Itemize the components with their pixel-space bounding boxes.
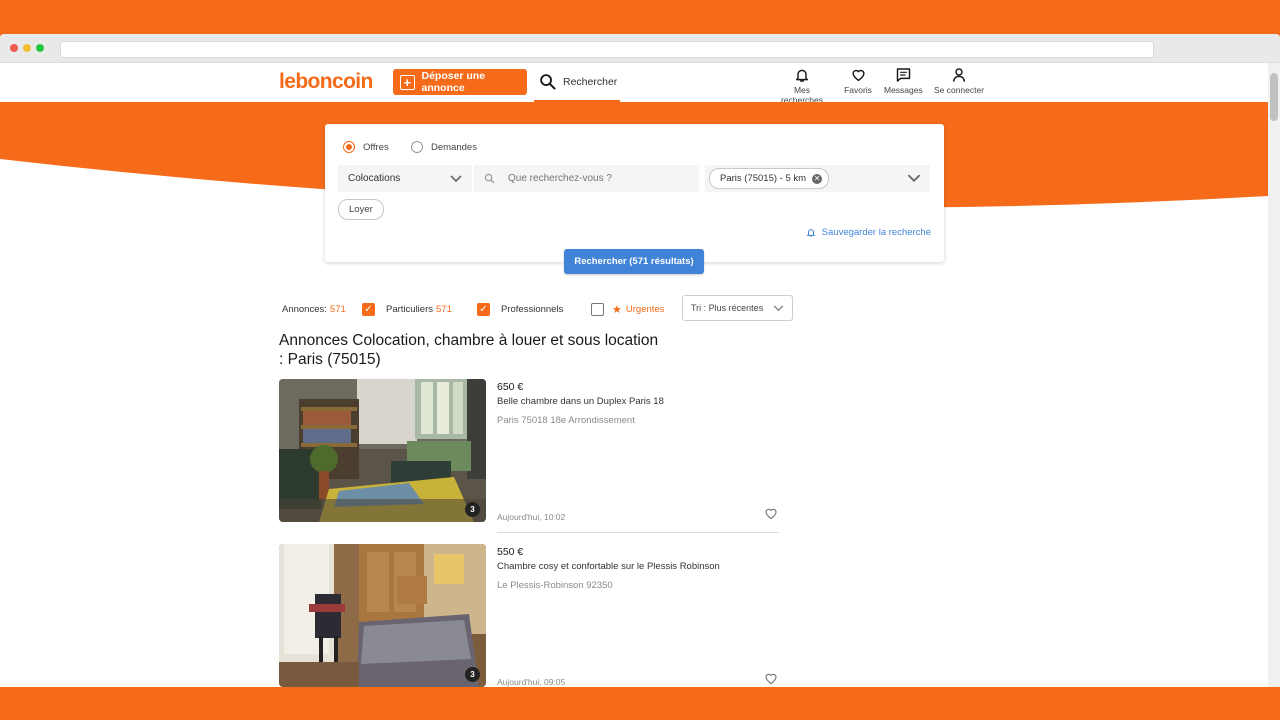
site-header: leboncoin + Déposer une annonce Recherch… [0, 63, 1268, 105]
browser-chrome [0, 34, 1280, 63]
heart-icon [851, 69, 865, 82]
nav-my-searches[interactable]: Mes recherches [772, 67, 832, 105]
post-ad-label: Déposer une annonce [421, 70, 486, 94]
checkbox-private[interactable]: ✓ [362, 302, 375, 316]
submit-search-button[interactable]: Rechercher (571 résultats) [564, 249, 704, 274]
plus-icon: + [400, 74, 415, 90]
sort-select[interactable]: Tri : Plus récentes [682, 295, 793, 321]
listing-card[interactable]: 3 650 € Belle chambre dans un Duplex Par… [279, 379, 779, 523]
bell-icon [806, 229, 816, 237]
radio-offers[interactable]: Offres [343, 141, 389, 153]
page-scrollbar[interactable] [1268, 63, 1280, 687]
page-title: Annonces Colocation, chambre à louer et … [279, 332, 659, 368]
nav-login[interactable]: Se connecter [933, 67, 985, 95]
ads-count-label: Annonces: [282, 303, 327, 315]
photo-count-badge: 3 [465, 667, 480, 682]
radio-offers-circle [343, 141, 355, 153]
page-viewport: leboncoin + Déposer une annonce Recherch… [0, 63, 1268, 687]
filter-private-count: 571 [436, 303, 452, 315]
site-logo[interactable]: leboncoin [279, 70, 373, 94]
nav-favorites-label: Favoris [844, 85, 872, 95]
chevron-down-icon [450, 174, 462, 182]
close-window-dot[interactable] [10, 44, 18, 52]
user-icon [952, 68, 966, 82]
scrollbar-thumb[interactable] [1270, 73, 1278, 121]
ads-count-value: 571 [329, 303, 346, 315]
listing-divider [497, 532, 779, 533]
filter-bar: Annonces: 571 ✓ Particuliers 571 ✓ Profe… [282, 295, 802, 323]
listing-price: 650 € [497, 381, 524, 393]
listing-date: Aujourd'hui, 09:05 [497, 677, 566, 687]
radio-requests-label: Demandes [431, 141, 477, 153]
radio-offers-label: Offres [363, 141, 389, 153]
filter-urgent[interactable]: ★ Urgentes [591, 295, 664, 323]
sort-label: Tri : Plus récentes [691, 303, 764, 313]
filter-private-label: Particuliers [386, 303, 433, 315]
save-search-label: Sauvegarder la recherche [821, 227, 931, 238]
listing-title[interactable]: Belle chambre dans un Duplex Paris 18 [497, 396, 664, 407]
nav-favorites[interactable]: Favoris [843, 67, 873, 95]
filter-private[interactable]: ✓ Particuliers 571 [362, 295, 452, 323]
listing-location: Le Plessis-Robinson 92350 [497, 580, 613, 591]
listing-card[interactable]: 3 550 € Chambre cosy et confortable sur … [279, 544, 779, 687]
remove-chip-icon[interactable]: ✕ [812, 173, 823, 184]
message-icon [896, 68, 910, 82]
filter-professional-label: Professionnels [501, 303, 564, 315]
keyword-field[interactable] [474, 165, 699, 192]
post-ad-button[interactable]: + Déposer une annonce [393, 69, 527, 95]
star-icon: ★ [612, 303, 622, 316]
location-chip[interactable]: Paris (75015) - 5 km ✕ [709, 168, 830, 189]
listing-price: 550 € [497, 546, 524, 558]
nav-login-label: Se connecter [933, 85, 985, 95]
listing-date: Aujourd'hui, 10:02 [497, 512, 566, 522]
maximize-window-dot[interactable] [36, 44, 44, 52]
room-photo-image [279, 544, 486, 687]
address-bar[interactable] [60, 41, 1154, 58]
search-icon [540, 74, 556, 90]
photo-count-badge: 3 [465, 502, 480, 517]
tab-search-label: Rechercher [563, 75, 618, 88]
filter-urgent-label: Urgentes [625, 303, 665, 315]
listing-photo[interactable]: 3 [279, 544, 486, 687]
category-select[interactable]: Colocations [338, 165, 472, 192]
location-chip-label: Paris (75015) - 5 km [720, 173, 807, 184]
bell-icon [795, 69, 809, 82]
search-icon [484, 173, 495, 184]
chevron-down-icon [773, 304, 784, 311]
listing-photo[interactable]: 3 [279, 379, 486, 522]
category-value: Colocations [348, 173, 401, 184]
rent-filter-chip[interactable]: Loyer [338, 199, 384, 220]
keyword-input[interactable] [506, 172, 680, 185]
search-panel: Offres Demandes Colocations Paris (75015… [325, 124, 944, 262]
chevron-down-icon[interactable] [907, 174, 921, 183]
browser-window: leboncoin + Déposer une annonce Recherch… [0, 34, 1280, 687]
location-field[interactable]: Paris (75015) - 5 km ✕ [705, 165, 930, 192]
nav-messages-label: Messages [884, 85, 923, 95]
favorite-heart-icon[interactable] [763, 506, 779, 521]
ads-count: Annonces: 571 [282, 295, 346, 323]
tab-search[interactable]: Rechercher [534, 63, 620, 102]
radio-requests[interactable]: Demandes [411, 141, 477, 153]
listing-title[interactable]: Chambre cosy et confortable sur le Pless… [497, 561, 720, 572]
save-search-link[interactable]: Sauvegarder la recherche [806, 227, 931, 238]
filter-professional[interactable]: ✓ Professionnels [477, 295, 563, 323]
listing-location: Paris 75018 18e Arrondissement [497, 415, 635, 426]
minimize-window-dot[interactable] [23, 44, 31, 52]
favorite-heart-icon[interactable] [763, 671, 779, 686]
checkbox-professional[interactable]: ✓ [477, 302, 490, 316]
room-photo-image [279, 379, 486, 522]
nav-messages[interactable]: Messages [884, 67, 923, 95]
radio-requests-circle [411, 141, 423, 153]
checkbox-urgent[interactable] [591, 302, 604, 316]
